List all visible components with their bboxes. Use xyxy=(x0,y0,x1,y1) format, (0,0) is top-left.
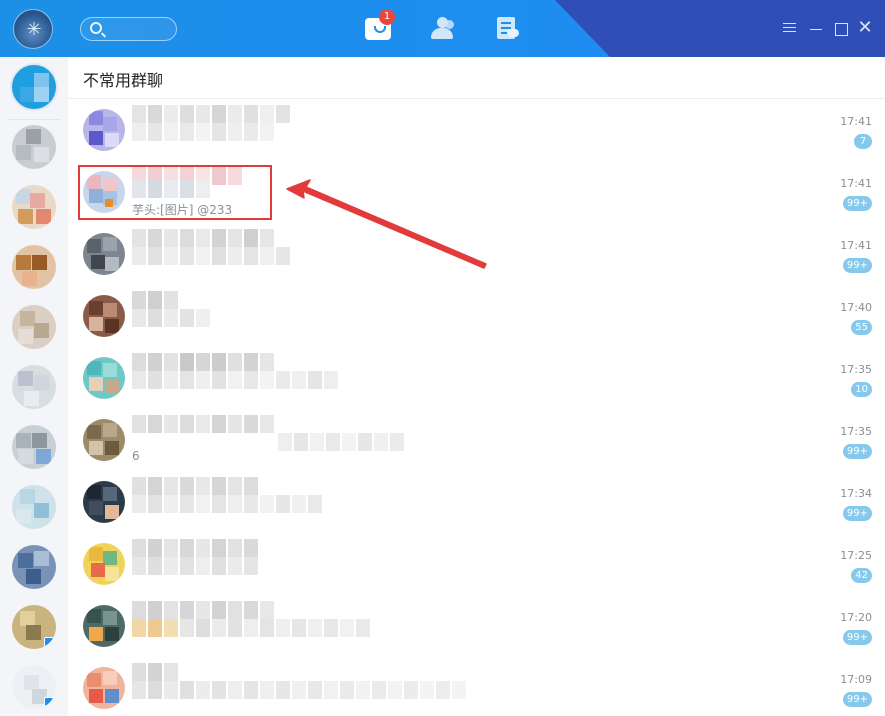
minimize-icon[interactable] xyxy=(808,20,824,36)
group-avatar xyxy=(83,481,125,523)
blurred-name xyxy=(132,353,274,371)
message-time: 17:35 xyxy=(840,425,872,438)
unread-count: 55 xyxy=(851,320,872,335)
device-badge-icon xyxy=(44,697,54,707)
unread-count: 99+ xyxy=(842,258,872,273)
unread-count: 99+ xyxy=(842,630,872,645)
user-avatar[interactable]: ✳ xyxy=(13,9,53,49)
list-item[interactable]: 17:20 99+ xyxy=(68,598,885,660)
sidebar-divider xyxy=(8,119,60,120)
blurred-preview xyxy=(132,123,282,141)
tab-messages[interactable]: 1 xyxy=(363,9,395,42)
close-icon[interactable]: ✕ xyxy=(857,19,873,37)
list-item[interactable]: 6 17:35 99+ xyxy=(68,412,885,474)
group-avatar xyxy=(83,667,125,709)
message-time: 17:25 xyxy=(840,549,872,562)
sidebar-item[interactable] xyxy=(12,125,56,169)
blurred-name xyxy=(132,229,274,247)
sidebar-item[interactable] xyxy=(12,365,56,409)
tab-contacts[interactable] xyxy=(427,14,457,42)
list-item[interactable]: 17:09 99+ xyxy=(68,660,885,716)
group-avatar xyxy=(83,233,125,275)
blurred-name xyxy=(132,415,274,433)
message-time: 17:41 xyxy=(840,115,872,128)
blurred-name xyxy=(132,663,192,681)
contacts-icon-body xyxy=(431,28,453,39)
maximize-icon[interactable] xyxy=(833,20,849,36)
qq-window: ✳ 1 ✕ 不常用群聊 17:41 7 芋头:[图片] @233 17:41 9… xyxy=(0,0,885,716)
cloud-icon xyxy=(507,29,519,37)
sidebar-item[interactable] xyxy=(12,305,56,349)
list-item[interactable]: 17:25 42 xyxy=(68,536,885,598)
group-avatar xyxy=(83,543,125,585)
group-avatar xyxy=(83,295,125,337)
group-avatar xyxy=(83,419,125,461)
list-item[interactable]: 17:41 7 xyxy=(68,102,885,164)
list-item[interactable]: 17:34 99+ xyxy=(68,474,885,536)
blurred-preview xyxy=(132,495,332,513)
group-avatar xyxy=(83,605,125,647)
unread-count: 42 xyxy=(851,568,872,583)
blurred-name xyxy=(132,539,262,557)
blurred-preview xyxy=(132,309,212,327)
title-divider xyxy=(68,98,885,99)
sidebar-item[interactable] xyxy=(12,425,56,469)
message-time: 17:41 xyxy=(840,239,872,252)
message-time: 17:34 xyxy=(840,487,872,500)
sidebar-item[interactable] xyxy=(12,185,56,229)
blurred-preview xyxy=(132,247,302,265)
blurred-preview xyxy=(132,681,472,699)
blurred-name xyxy=(132,291,182,309)
blurred-preview xyxy=(132,557,262,575)
sidebar-item[interactable] xyxy=(12,545,56,589)
sidebar-item[interactable] xyxy=(12,665,56,709)
contacts-icon xyxy=(437,17,448,28)
search-input[interactable] xyxy=(80,17,177,41)
message-time: 17:09 xyxy=(840,673,872,686)
menu-icon[interactable] xyxy=(782,20,798,36)
device-badge-icon xyxy=(44,637,54,647)
blurred-preview xyxy=(278,433,408,451)
page-title: 不常用群聊 xyxy=(83,71,164,90)
unread-count: 99+ xyxy=(842,444,872,459)
group-avatar xyxy=(83,357,125,399)
highlight-box xyxy=(78,165,272,220)
group-list-panel: 不常用群聊 17:41 7 芋头:[图片] @233 17:41 99+ 17:… xyxy=(68,57,885,716)
message-time: 17:35 xyxy=(840,363,872,376)
message-time: 17:40 xyxy=(840,301,872,314)
unread-count: 99+ xyxy=(842,692,872,707)
list-item[interactable]: 17:40 55 xyxy=(68,288,885,350)
unread-count: 99+ xyxy=(842,506,872,521)
blurred-name xyxy=(132,105,292,123)
blurred-preview xyxy=(132,371,342,389)
group-avatar xyxy=(83,109,125,151)
list-item[interactable]: 17:35 10 xyxy=(68,350,885,412)
list-item[interactable]: 17:41 99+ xyxy=(68,226,885,288)
unread-badge: 1 xyxy=(379,9,395,25)
message-time: 17:41 xyxy=(840,177,872,190)
windmill-icon: ✳ xyxy=(26,19,42,40)
search-icon xyxy=(90,22,102,34)
sidebar-group-avatar-active[interactable] xyxy=(12,65,56,109)
unread-count: 7 xyxy=(854,134,872,149)
sidebar-item[interactable] xyxy=(12,605,56,649)
blurred-name xyxy=(132,477,262,495)
conversation-sidebar xyxy=(0,57,68,716)
blurred-preview xyxy=(132,619,382,637)
unread-count: 10 xyxy=(851,382,872,397)
unread-count: 99+ xyxy=(842,196,872,211)
sidebar-item[interactable] xyxy=(12,485,56,529)
message-preview: 6 xyxy=(132,449,140,463)
title-bar: ✳ 1 ✕ xyxy=(0,0,885,57)
blurred-name xyxy=(132,601,274,619)
tab-docs[interactable] xyxy=(492,14,522,42)
sidebar-item[interactable] xyxy=(12,245,56,289)
message-time: 17:20 xyxy=(840,611,872,624)
